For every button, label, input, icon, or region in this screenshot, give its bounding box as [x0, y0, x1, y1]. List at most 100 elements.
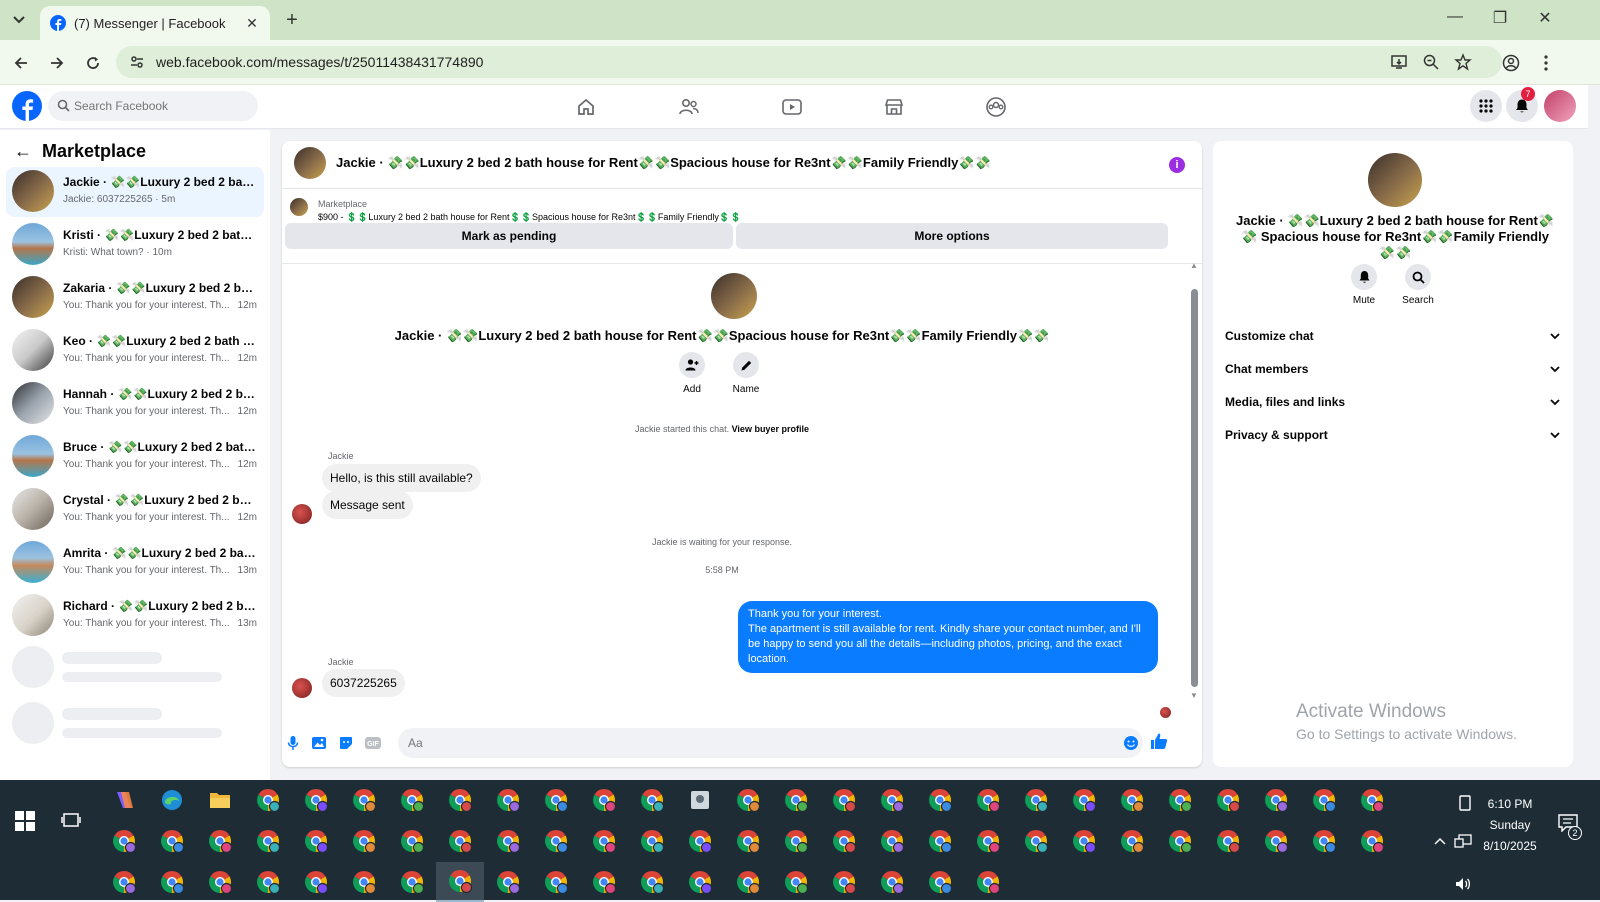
conversation-info-icon[interactable]: i: [1169, 157, 1185, 173]
add-people-button[interactable]: Add: [672, 352, 712, 395]
browser-menu-icon[interactable]: [1535, 52, 1557, 74]
back-arrow-icon[interactable]: ←: [14, 141, 34, 162]
chrome-icon[interactable]: [436, 780, 484, 820]
chrome-icon[interactable]: [1204, 821, 1252, 861]
chrome-icon[interactable]: [868, 862, 916, 902]
sender-avatar[interactable]: [292, 504, 312, 524]
chrome-icon[interactable]: [1300, 821, 1348, 861]
chrome-icon[interactable]: [964, 821, 1012, 861]
menu-grid-icon[interactable]: [1470, 90, 1502, 122]
close-icon[interactable]: ✕: [1530, 8, 1560, 28]
task-view-icon[interactable]: [61, 810, 81, 830]
chat-list-item[interactable]: Richard · 💸💸Luxury 2 bed 2 bath house fo…: [6, 591, 264, 641]
chrome-icon[interactable]: [820, 821, 868, 861]
chrome-icon[interactable]: [1012, 780, 1060, 820]
media-files-links-section[interactable]: Media, files and links: [1225, 387, 1561, 417]
chrome-icon[interactable]: [628, 821, 676, 861]
chrome-icon[interactable]: [100, 862, 148, 902]
chrome-icon[interactable]: [340, 821, 388, 861]
volume-icon[interactable]: [1454, 876, 1472, 892]
chevron-up-icon[interactable]: [1434, 836, 1446, 846]
chrome-icon[interactable]: [388, 780, 436, 820]
restore-icon[interactable]: ❐: [1485, 8, 1515, 28]
chrome-icon[interactable]: [388, 862, 436, 902]
chat-list-item[interactable]: Kristi · 💸💸Luxury 2 bed 2 bath house for…: [6, 220, 264, 270]
chrome-icon[interactable]: [292, 862, 340, 902]
chrome-icon[interactable]: [196, 862, 244, 902]
chrome-icon[interactable]: [1060, 821, 1108, 861]
site-info-icon[interactable]: [128, 53, 146, 71]
chrome-icon[interactable]: [580, 821, 628, 861]
new-tab-button[interactable]: +: [282, 10, 302, 30]
chat-list-item[interactable]: Keo · 💸💸Luxury 2 bed 2 bath house for Re…: [6, 326, 264, 376]
friends-icon[interactable]: [676, 94, 702, 120]
chrome-icon[interactable]: [340, 862, 388, 902]
chrome-icon[interactable]: [244, 780, 292, 820]
chat-list-item[interactable]: Crystal · 💸💸Luxury 2 bed 2 bath house fo…: [6, 485, 264, 535]
chrome-icon[interactable]: [532, 862, 580, 902]
search-in-chat-button[interactable]: Search: [1395, 264, 1441, 306]
reload-icon[interactable]: [82, 52, 104, 74]
chrome-icon[interactable]: [484, 862, 532, 902]
chrome-icon[interactable]: [196, 821, 244, 861]
copilot-icon[interactable]: [100, 780, 148, 820]
scrollbar-thumb[interactable]: [1191, 289, 1198, 687]
customize-chat-section[interactable]: Customize chat: [1225, 321, 1561, 351]
chrome-icon[interactable]: [436, 821, 484, 861]
chrome-icon[interactable]: [820, 780, 868, 820]
chrome-icon[interactable]: [964, 780, 1012, 820]
chrome-icon[interactable]: [340, 780, 388, 820]
scroll-down-arrow-icon[interactable]: ▼: [1190, 691, 1198, 700]
chrome-icon[interactable]: [676, 862, 724, 902]
chrome-icon[interactable]: [292, 780, 340, 820]
edge-icon[interactable]: [148, 780, 196, 820]
facebook-search[interactable]: [48, 91, 258, 121]
chrome-icon[interactable]: [484, 780, 532, 820]
chrome-icon[interactable]: [1060, 780, 1108, 820]
watch-icon[interactable]: [779, 94, 805, 120]
chat-list-item[interactable]: Bruce · 💸💸Luxury 2 bed 2 bath house for …: [6, 432, 264, 482]
privacy-support-section[interactable]: Privacy & support: [1225, 420, 1561, 450]
install-app-icon[interactable]: [1390, 53, 1408, 71]
zoom-icon[interactable]: [1422, 53, 1440, 71]
chrome-icon[interactable]: [1252, 780, 1300, 820]
listing-thumbnail[interactable]: [290, 198, 308, 216]
chrome-icon[interactable]: [1300, 780, 1348, 820]
chat-list-item[interactable]: Hannah · 💸💸Luxury 2 bed 2 bath house for…: [6, 379, 264, 429]
close-tab-icon[interactable]: ✕: [244, 15, 260, 31]
chrome-icon[interactable]: [1204, 780, 1252, 820]
chrome-icon[interactable]: [628, 862, 676, 902]
chrome-icon[interactable]: [724, 780, 772, 820]
chrome-icon[interactable]: [1348, 780, 1396, 820]
chat-list-item[interactable]: Amrita · 💸💸Luxury 2 bed 2 bath house for…: [6, 538, 264, 588]
gif-icon[interactable]: GIF: [364, 734, 382, 752]
chrome-icon[interactable]: [148, 821, 196, 861]
chrome-icon[interactable]: [1108, 821, 1156, 861]
chrome-icon[interactable]: [1012, 821, 1060, 861]
chat-list-item[interactable]: Jackie · 💸💸Luxury 2 bed 2 bath house for…: [6, 167, 264, 217]
system-clock[interactable]: 6:10 PM Sunday 8/10/2025: [1460, 794, 1560, 857]
chrome-icon[interactable]: [580, 862, 628, 902]
photo-icon[interactable]: [310, 734, 328, 752]
chrome-icon[interactable]: [100, 821, 148, 861]
groups-icon[interactable]: [983, 94, 1009, 120]
chrome-icon[interactable]: [292, 821, 340, 861]
chrome-icon[interactable]: [1252, 821, 1300, 861]
listing-price-title[interactable]: $900 - 💲💲Luxury 2 bed 2 bath house for R…: [318, 212, 741, 223]
chrome-icon[interactable]: [820, 862, 868, 902]
windows-start-icon[interactable]: [14, 810, 36, 832]
profile-icon[interactable]: [1500, 52, 1522, 74]
scroll-up-arrow-icon[interactable]: ▲: [1190, 261, 1198, 270]
listing-thumbnail[interactable]: [294, 147, 326, 179]
back-icon[interactable]: [10, 52, 32, 74]
omnibox[interactable]: web.facebook.com/messages/t/250114384317…: [116, 46, 1502, 78]
mute-button[interactable]: Mute: [1341, 264, 1387, 306]
chrome-icon[interactable]: [772, 821, 820, 861]
chrome-icon[interactable]: [148, 862, 196, 902]
like-icon[interactable]: [1150, 732, 1168, 750]
message-input-wrapper[interactable]: [398, 728, 1143, 758]
tab-search-icon[interactable]: [6, 9, 32, 31]
minimize-icon[interactable]: —: [1440, 8, 1470, 26]
app-window-icon[interactable]: [676, 780, 724, 820]
sender-avatar[interactable]: [292, 678, 312, 698]
